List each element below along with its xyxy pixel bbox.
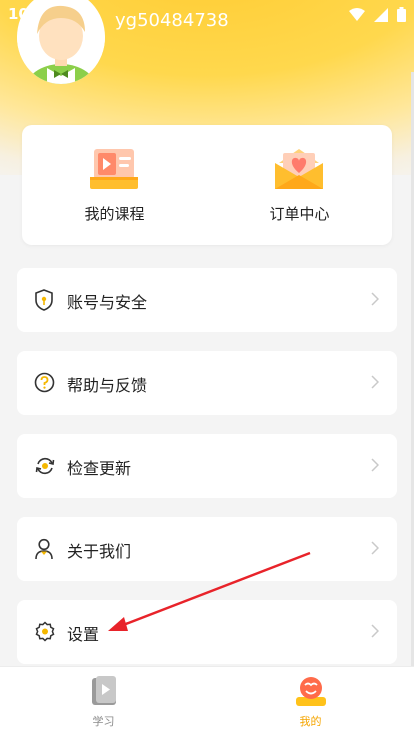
chevron-right-icon [371,541,379,555]
shield-icon [35,289,53,311]
tab-study[interactable]: 学习 [0,667,207,737]
menu-item-account-security[interactable]: 账号与安全 [17,268,397,332]
course-icon [90,149,138,189]
order-icon [275,149,323,189]
battery-icon [397,7,406,22]
shortcut-order-center[interactable]: 订单中心 [207,125,392,245]
shortcut-my-courses[interactable]: 我的课程 [22,125,207,245]
shortcut-label: 我的课程 [84,205,145,223]
shortcut-label: 订单中心 [269,205,330,223]
menu-label: 检查更新 [67,459,132,478]
video-tab-icon [92,676,116,705]
help-icon [34,372,55,393]
chevron-right-icon [371,624,379,638]
profile-tab-icon [296,677,326,706]
signal-icon [373,7,388,22]
wifi-icon [348,7,365,21]
menu-item-check-update[interactable]: 检查更新 [17,434,397,498]
status-icons [345,5,406,23]
menu-label: 设置 [67,625,100,644]
bottom-tabbar: 学习 我的 [0,666,414,737]
tab-label: 我的 [299,715,322,728]
tab-mine[interactable]: 我的 [207,667,414,737]
menu-item-about-us[interactable]: 关于我们 [17,517,397,581]
username: yg50484738 [115,10,229,31]
menu-label: 关于我们 [67,542,132,561]
shortcut-card: 我的课程 订单中心 [22,125,392,245]
refresh-icon [35,457,55,475]
gear-icon [35,621,55,642]
menu-label: 账号与安全 [67,293,148,312]
chevron-right-icon [371,458,379,472]
chevron-right-icon [371,292,379,306]
menu-item-help-feedback[interactable]: 帮助与反馈 [17,351,397,415]
tab-label: 学习 [92,715,115,728]
person-icon [35,538,53,560]
chevron-right-icon [371,375,379,389]
menu-label: 帮助与反馈 [67,376,148,395]
menu-item-settings[interactable]: 设置 [17,600,397,664]
